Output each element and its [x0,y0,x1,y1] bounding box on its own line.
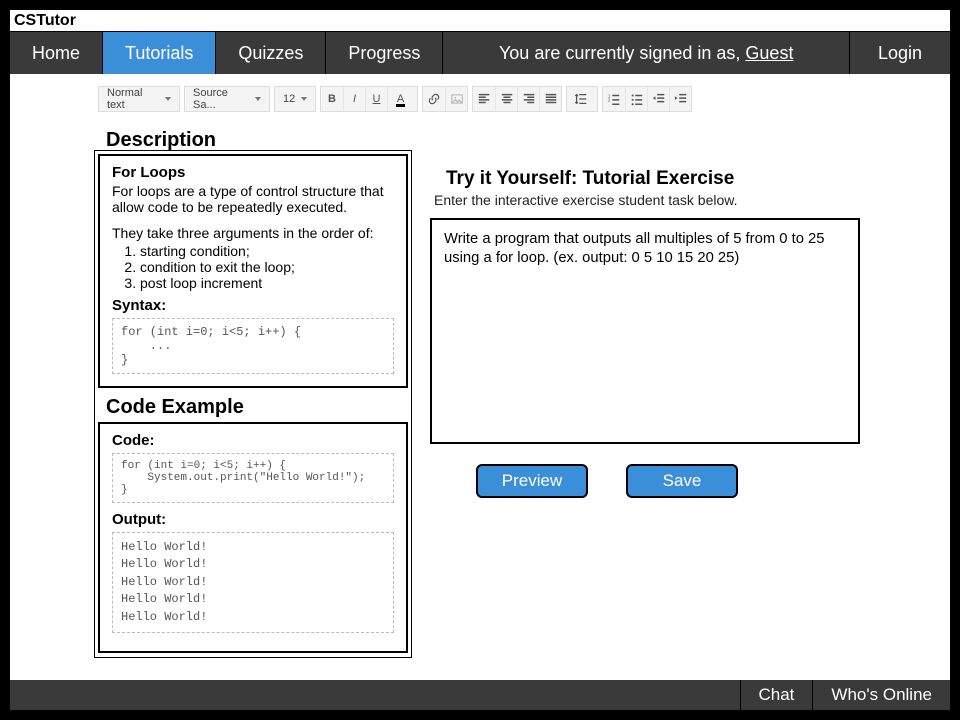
desc-li1: starting condition; [140,243,394,259]
desc-arguments-list: starting condition; condition to exit th… [112,243,394,291]
code-example-box[interactable]: Code: for (int i=0; i<5; i++) { System.o… [98,422,408,653]
font-dropdown-label: Source Sa... [193,87,249,111]
content-area: Normal text Source Sa... 12 B I U A [10,74,950,680]
desc-p2: They take three arguments in the order o… [112,225,394,241]
numbered-list-button[interactable]: 12 [603,87,625,111]
align-justify-icon [544,92,558,106]
bold-icon: B [328,93,336,105]
align-left-icon [477,92,491,106]
bold-button[interactable]: B [321,87,343,111]
nav-login-label: Login [878,43,922,64]
description-box[interactable]: For Loops For loops are a type of contro… [98,154,408,388]
nav-signed-in: You are currently signed in as, Guest [443,32,849,74]
code-label: Code: [112,432,394,449]
desc-p1: For loops are a type of control structur… [112,183,394,215]
desc-title: For Loops [112,164,394,181]
style-dropdown-label: Normal text [107,87,159,111]
preview-button[interactable]: Preview [476,464,588,498]
signed-in-user-link[interactable]: Guest [745,43,793,63]
footer-whos-online[interactable]: Who's Online [812,680,950,710]
link-icon [427,92,441,106]
desc-li3: post loop increment [140,275,394,291]
description-heading: Description [106,129,216,152]
footer-bar: Chat Who's Online [10,680,950,710]
nav-quizzes-label: Quizzes [238,43,303,64]
syntax-code-block: for (int i=0; i<5; i++) { ... } [112,318,394,374]
caret-icon [255,97,261,101]
code-code-block: for (int i=0; i<5; i++) { System.out.pri… [112,453,394,503]
signed-in-text: You are currently signed in as, Guest [499,43,794,64]
try-it-heading: Try it Yourself: Tutorial Exercise [446,168,734,190]
signed-in-prefix: You are currently signed in as, [499,43,745,63]
text-color-button[interactable]: A [387,87,417,111]
preview-button-label: Preview [502,471,562,491]
text-color-icon: A [397,93,404,105]
nav-home-label: Home [32,43,80,64]
nav-progress[interactable]: Progress [326,32,443,74]
align-right-icon [522,92,536,106]
font-dropdown[interactable]: Source Sa... [185,87,269,111]
spacer [112,215,394,225]
try-it-subheading: Enter the interactive exercise student t… [434,192,738,208]
exercise-text: Write a program that outputs all multipl… [444,231,825,266]
output-block: Hello World! Hello World! Hello World! H… [112,532,394,633]
syntax-label: Syntax: [112,297,394,314]
save-button-label: Save [663,471,702,491]
indent-icon [674,92,688,106]
nav-quizzes[interactable]: Quizzes [216,32,326,74]
main-nav: Home Tutorials Quizzes Progress You are … [10,32,950,74]
fontsize-dropdown-label: 12 [283,93,295,105]
align-justify-button[interactable] [539,87,561,111]
footer-whos-online-label: Who's Online [831,685,932,705]
app-title: CSTutor [14,12,76,29]
fontsize-dropdown[interactable]: 12 [275,87,315,111]
caret-icon [301,97,307,101]
footer-chat-label: Chat [759,685,795,705]
numbered-list-icon: 12 [607,92,621,106]
code-example-heading: Code Example [106,396,244,419]
nav-login[interactable]: Login [849,32,950,74]
align-center-icon [500,92,514,106]
image-button[interactable] [445,87,467,111]
image-icon [450,92,464,106]
nav-home[interactable]: Home [10,32,103,74]
output-label: Output: [112,511,394,528]
outdent-button[interactable] [647,87,669,111]
style-dropdown[interactable]: Normal text [99,87,179,111]
line-spacing-button[interactable] [567,87,597,111]
outdent-icon [652,92,666,106]
align-center-button[interactable] [495,87,517,111]
desc-li2: condition to exit the loop; [140,259,394,275]
align-right-button[interactable] [517,87,539,111]
align-left-button[interactable] [473,87,495,111]
app-title-bar: CSTutor [10,10,950,32]
line-spacing-icon [574,92,588,106]
underline-button[interactable]: U [365,87,387,111]
save-button[interactable]: Save [626,464,738,498]
italic-button[interactable]: I [343,87,365,111]
bullet-list-icon [630,92,644,106]
italic-icon: I [353,93,356,105]
nav-tutorials[interactable]: Tutorials [103,32,216,74]
nav-tutorials-label: Tutorials [125,43,193,64]
indent-button[interactable] [669,87,691,111]
nav-progress-label: Progress [348,43,420,64]
svg-text:2: 2 [608,98,611,103]
underline-icon: U [373,93,381,105]
exercise-input[interactable]: Write a program that outputs all multipl… [430,218,860,444]
rich-text-toolbar: Normal text Source Sa... 12 B I U A [98,86,696,112]
app-frame: CSTutor Home Tutorials Quizzes Progress … [10,10,950,710]
bullet-list-button[interactable] [625,87,647,111]
footer-chat[interactable]: Chat [740,680,813,710]
link-button[interactable] [423,87,445,111]
caret-icon [165,97,171,101]
